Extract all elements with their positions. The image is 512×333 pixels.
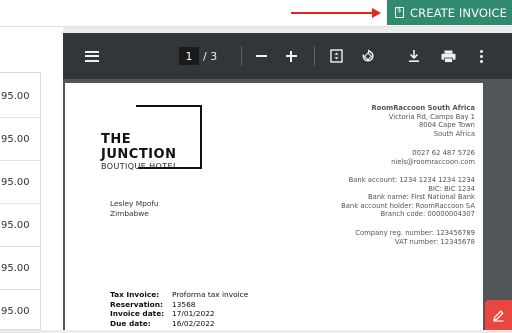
bank-holder: Bank account holder: RoomRaccoon SA [341, 201, 475, 210]
logo-line-1: THE [101, 132, 132, 147]
amount-cell: 95.00 [0, 204, 40, 247]
download-glyph [409, 50, 419, 62]
zoom-in-icon[interactable] [283, 33, 299, 79]
due-date-label: Due date: [110, 318, 151, 328]
create-invoice-label: CREATE INVOICE [410, 5, 508, 20]
tax-invoice-row: Tax Invoice: Proforma tax invoice [110, 290, 248, 300]
page-total: / 3 [203, 49, 218, 63]
bank-account: Bank account: 1234 1234 1234 1234 [348, 176, 475, 184]
toolbar-divider [241, 46, 242, 66]
fit-page-glyph [329, 49, 343, 63]
company-phone: 0027 62 487 5726 [412, 149, 475, 157]
amount-cell: 95.00 [0, 290, 40, 333]
more-vert-icon[interactable] [475, 33, 487, 79]
company-country: South Africa [433, 129, 475, 138]
due-date-row: Due date: 16/02/2022 [110, 319, 248, 329]
company-registration: Company reg. number: 123456789 VAT numbe… [355, 229, 475, 246]
customer-name: Lesley Mpofu [110, 199, 159, 208]
print-glyph [441, 50, 455, 63]
amount-column: 95.00 95.00 95.00 95.00 95.00 95.00 [0, 72, 41, 333]
zoom-out-icon[interactable] [253, 33, 269, 79]
company-bank-details: Bank account: 1234 1234 1234 1234 BIC: B… [341, 176, 475, 219]
invoice-date-value: 17/01/2022 [172, 309, 215, 318]
amount-cell: 95.00 [0, 118, 40, 161]
edit-fab-button[interactable] [485, 300, 512, 330]
amount-cell: 95.00 [0, 161, 40, 204]
amount-cell: 95.00 [0, 75, 40, 118]
reservation-label: Reservation: [110, 299, 163, 309]
invoice-date-row: Invoice date: 17/01/2022 [110, 309, 248, 319]
company-address-line: 8004 Cape Town [418, 121, 475, 130]
bank-name: Bank name: First National Bank [368, 193, 475, 202]
bank-bic: BIC: BIC 1234 [428, 184, 475, 193]
rotate-glyph [362, 49, 374, 62]
tax-invoice-value: Proforma tax invoice [172, 290, 249, 299]
company-address-line: Victoria Rd, Camps Bay 1 [388, 112, 475, 121]
annotation-arrow [291, 12, 375, 14]
logo-line-2: JUNCTION [101, 147, 177, 162]
reservation-row: Reservation: 13568 [110, 300, 248, 310]
vat-number: VAT number: 12345678 [394, 237, 475, 246]
company-name: RoomRaccoon South Africa [371, 104, 475, 112]
company-address: RoomRaccoon South Africa Victoria Rd, Ca… [372, 104, 475, 138]
annotation-arrow-head [372, 8, 381, 18]
reservation-value: 13568 [172, 299, 196, 309]
company-email: niels@roomraccoon.com [391, 157, 475, 166]
invoice-date-label: Invoice date: [110, 309, 165, 318]
page-number-input[interactable]: 1 [179, 47, 199, 65]
fit-page-icon[interactable] [327, 33, 345, 79]
pdf-toolbar: 1 / 3 [63, 33, 512, 79]
toolbar-divider [314, 46, 315, 66]
download-icon[interactable] [405, 33, 423, 79]
bank-branch-code: Branch code: 00000004307 [380, 210, 475, 219]
edit-pencil-icon [493, 309, 504, 322]
create-invoice-button[interactable]: CREATE INVOICE [387, 0, 512, 25]
tax-invoice-label: Tax Invoice: [110, 290, 160, 299]
invoice-meta: Tax Invoice: Proforma tax invoice Reserva… [110, 290, 248, 328]
print-icon[interactable] [439, 33, 457, 79]
amount-cell: 95.00 [0, 247, 40, 290]
customer-address: Lesley Mpofu Zimbabwe [110, 199, 159, 218]
pdf-viewer: 1 / 3 THE JUNCTION BOUTIQUE HOTEL RoomRa… [63, 33, 512, 330]
company-contact: 0027 62 487 5726 niels@roomraccoon.com [391, 149, 475, 166]
due-date-value: 16/02/2022 [172, 318, 215, 328]
customer-country: Zimbabwe [110, 208, 149, 218]
rotate-icon[interactable] [359, 33, 377, 79]
company-reg-number: Company reg. number: 123456789 [355, 229, 475, 237]
logo-subtitle: BOUTIQUE HOTEL [101, 162, 178, 171]
invoice-document-icon [395, 6, 404, 18]
menu-icon[interactable] [84, 33, 100, 79]
pdf-page: THE JUNCTION BOUTIQUE HOTEL RoomRaccoon … [65, 83, 483, 330]
